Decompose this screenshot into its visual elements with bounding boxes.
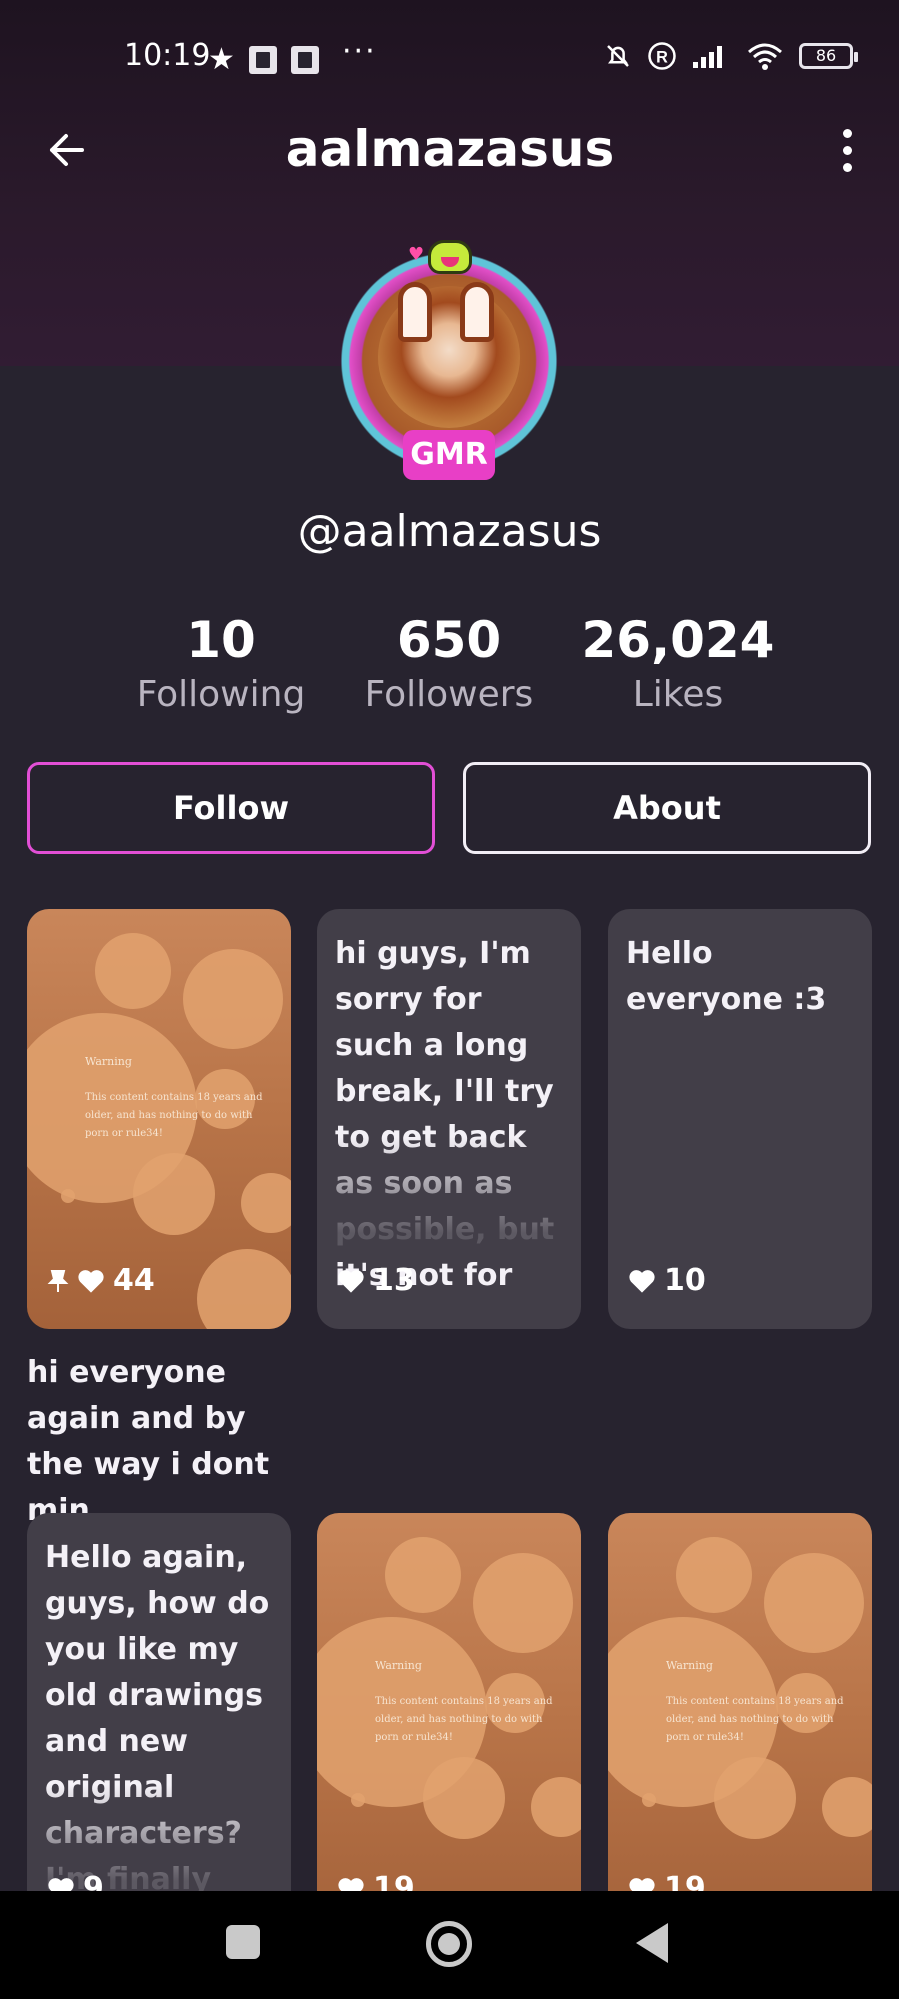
decor-circle xyxy=(676,1537,752,1613)
warning-title: Warning xyxy=(85,1055,132,1068)
warning-body: This content contains 18 years and older… xyxy=(85,1092,263,1139)
decor-circle xyxy=(95,933,171,1009)
menu-dot xyxy=(842,128,852,138)
warning-title: Warning xyxy=(375,1659,422,1672)
decor-circle xyxy=(473,1553,573,1653)
warning-body: This content contains 18 years and older… xyxy=(375,1696,553,1743)
notification-icons: ★ xyxy=(208,42,319,77)
post-caption[interactable]: hi everyone again and by the way i dont … xyxy=(27,1350,297,1534)
decor-circle xyxy=(241,1173,291,1233)
post-text: Hello everyone :3 xyxy=(626,936,827,1017)
post-likes: 10 xyxy=(628,1263,706,1298)
system-back-button[interactable] xyxy=(636,1923,668,1963)
page-title: aalmazasus xyxy=(285,120,615,178)
stat-value: 10 xyxy=(186,611,256,669)
status-bar: 10:19 ★ ··· R 86 xyxy=(0,0,899,116)
app-notification-icon xyxy=(290,45,319,74)
decor-circle xyxy=(197,1249,291,1329)
pin-icon xyxy=(47,1269,69,1292)
svg-text:R: R xyxy=(656,48,668,66)
post-card[interactable]: hi guys, I'm sorry for such a long break… xyxy=(317,909,581,1329)
avatar-ear xyxy=(398,282,432,342)
back-button[interactable] xyxy=(40,124,92,176)
post-likes: 44 xyxy=(47,1263,155,1298)
system-navigation-bar xyxy=(0,1891,899,1999)
warning-notice: Warning This content contains 18 years a… xyxy=(375,1657,555,1747)
decor-circle xyxy=(133,1153,215,1235)
stat-likes: 26,024 Likes xyxy=(568,612,788,715)
stat-label: Likes xyxy=(632,674,724,715)
signal-icon xyxy=(693,46,722,68)
post-card[interactable]: Hello everyone :3 10 xyxy=(608,909,872,1329)
follow-button[interactable]: Follow xyxy=(27,762,435,854)
arrow-left-icon xyxy=(50,134,84,166)
like-count: 13 xyxy=(373,1263,415,1298)
post-card[interactable]: Warning This content contains 18 years a… xyxy=(27,909,291,1329)
decor-circle xyxy=(61,1189,75,1203)
like-count: 44 xyxy=(113,1263,155,1298)
more-options-button[interactable] xyxy=(821,124,873,176)
decor-circle xyxy=(822,1777,872,1837)
warning-notice: Warning This content contains 18 years a… xyxy=(85,1053,265,1143)
gmr-badge: GMR xyxy=(403,430,495,480)
avatar-ear xyxy=(460,282,494,342)
heart-icon xyxy=(78,1269,104,1293)
warning-body: This content contains 18 years and older… xyxy=(666,1696,844,1743)
stat-following[interactable]: 10 Following xyxy=(111,612,331,715)
warning-title: Warning xyxy=(666,1659,713,1672)
system-icons: R 86 xyxy=(603,40,858,72)
registered-icon: R xyxy=(648,42,676,70)
decor-circle xyxy=(351,1793,365,1807)
frog-decoration-icon xyxy=(428,240,472,274)
stat-value: 650 xyxy=(396,611,502,669)
stat-followers[interactable]: 650 Followers xyxy=(339,612,559,715)
text-fade xyxy=(317,1137,581,1257)
status-time: 10:19 xyxy=(124,38,211,73)
stat-label: Followers xyxy=(364,674,534,715)
decor-circle xyxy=(423,1757,505,1839)
heart-icon xyxy=(629,1269,655,1293)
wifi-icon xyxy=(748,43,782,70)
decor-circle xyxy=(183,949,283,1049)
about-button[interactable]: About xyxy=(463,762,871,854)
post-card[interactable]: Hello again, guys, how do you like my ol… xyxy=(27,1513,291,1933)
stat-label: Following xyxy=(136,674,306,715)
menu-dot xyxy=(842,145,852,155)
post-card[interactable]: Warning This content contains 18 years a… xyxy=(317,1513,581,1933)
heart-icon xyxy=(338,1269,364,1293)
menu-dot xyxy=(842,162,852,172)
profile-handle: @aalmazasus xyxy=(297,506,602,557)
more-notifications-icon: ··· xyxy=(342,34,377,69)
app-notification-icon xyxy=(248,45,277,74)
decor-circle xyxy=(764,1553,864,1653)
warning-notice: Warning This content contains 18 years a… xyxy=(666,1657,846,1747)
star-face-icon: ★ xyxy=(208,42,235,77)
post-card[interactable]: Warning This content contains 18 years a… xyxy=(608,1513,872,1933)
like-count: 10 xyxy=(664,1263,706,1298)
hearts-icon: ♥ xyxy=(408,244,425,265)
home-button[interactable] xyxy=(426,1921,472,1967)
decor-circle xyxy=(714,1757,796,1839)
decor-circle xyxy=(642,1793,656,1807)
bell-muted-icon xyxy=(607,45,629,67)
decor-circle xyxy=(385,1537,461,1613)
stat-value: 26,024 xyxy=(581,611,775,669)
battery-icon: 86 xyxy=(799,43,858,69)
post-likes: 13 xyxy=(337,1263,415,1298)
recent-apps-button[interactable] xyxy=(226,1925,260,1959)
decor-circle xyxy=(531,1777,581,1837)
